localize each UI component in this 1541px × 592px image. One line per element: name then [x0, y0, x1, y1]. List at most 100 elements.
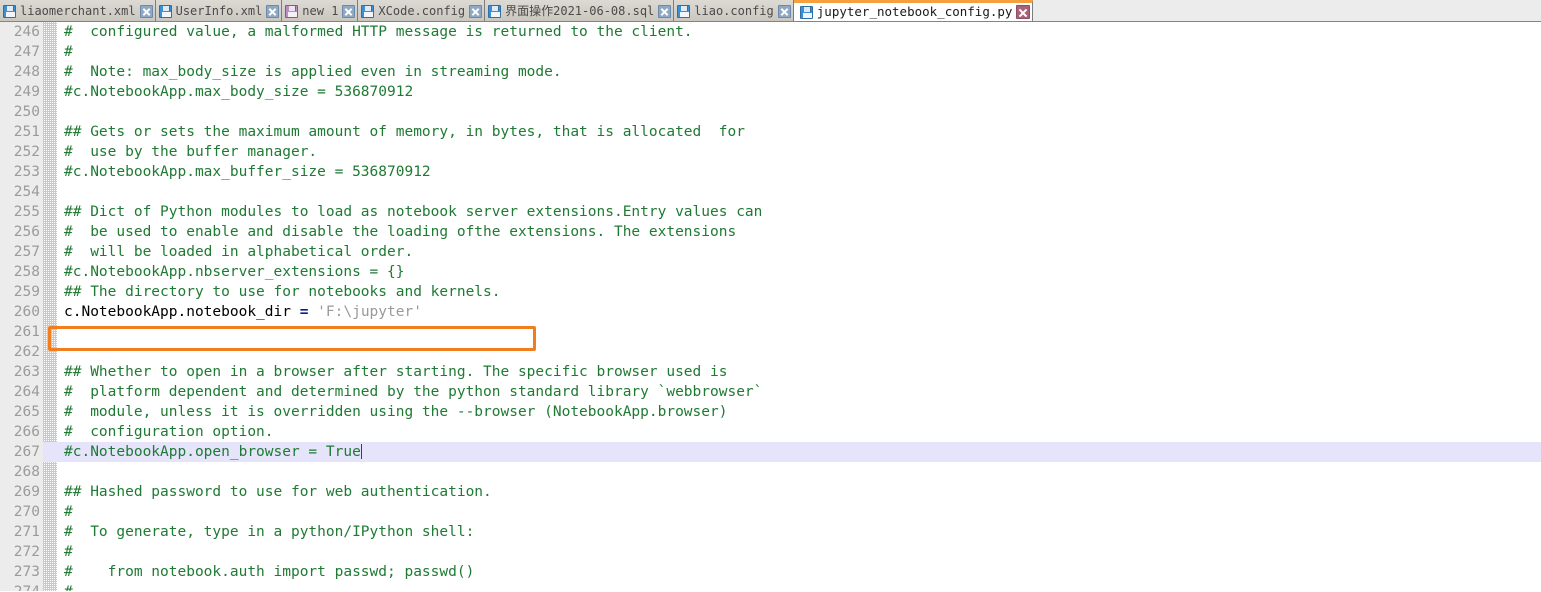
code-line[interactable]: 262	[0, 342, 1541, 362]
code-line[interactable]: 247 #	[0, 42, 1541, 62]
code-line-text[interactable]	[57, 462, 1541, 482]
code-line[interactable]: 261	[0, 322, 1541, 342]
code-line-text[interactable]: ## Whether to open in a browser after st…	[57, 362, 1541, 382]
editor-tab-0[interactable]: liaomerchant.xml	[0, 0, 156, 21]
editor-tab-4[interactable]: 界面操作2021-06-08.sql	[485, 0, 675, 21]
fold-margin[interactable]	[43, 242, 57, 262]
code-line[interactable]: 270 #	[0, 502, 1541, 522]
fold-margin[interactable]	[43, 182, 57, 202]
fold-margin[interactable]	[43, 582, 57, 591]
code-line[interactable]: 257 # will be loaded in alphabetical orde…	[0, 242, 1541, 262]
code-line[interactable]: 271 # To generate, type in a python/IPyth…	[0, 522, 1541, 542]
fold-margin[interactable]	[43, 322, 57, 342]
code-line-text[interactable]: # platform dependent and determined by t…	[57, 382, 1541, 402]
code-line-text[interactable]: # be used to enable and disable the load…	[57, 222, 1541, 242]
code-line[interactable]: 264 # platform dependent and determined b…	[0, 382, 1541, 402]
code-line-text[interactable]	[57, 182, 1541, 202]
code-line-text[interactable]: #c.NotebookApp.nbserver_extensions = {}	[57, 262, 1541, 282]
editor-tab-5[interactable]: liao.config	[674, 0, 794, 21]
code-line-text[interactable]	[57, 342, 1541, 362]
fold-margin[interactable]	[43, 362, 57, 382]
code-line[interactable]: 267 #c.NotebookApp.open_browser = True	[0, 442, 1541, 462]
code-editor[interactable]: 246 # configured value, a malformed HTTP …	[0, 22, 1541, 591]
fold-margin[interactable]	[43, 82, 57, 102]
fold-margin[interactable]	[43, 402, 57, 422]
fold-margin[interactable]	[43, 42, 57, 62]
code-line[interactable]: 255 ## Dict of Python modules to load as …	[0, 202, 1541, 222]
code-line[interactable]: 272 #	[0, 542, 1541, 562]
code-line-text[interactable]: #c.NotebookApp.open_browser = True	[57, 442, 1541, 462]
fold-margin[interactable]	[43, 382, 57, 402]
fold-margin[interactable]	[43, 302, 57, 322]
editor-tab-1[interactable]: UserInfo.xml	[155, 0, 283, 21]
fold-margin[interactable]	[43, 282, 57, 302]
fold-margin[interactable]	[43, 222, 57, 242]
code-line[interactable]: 274 #	[0, 582, 1541, 591]
code-line-text[interactable]: # from notebook.auth import passwd; pass…	[57, 562, 1541, 582]
code-line[interactable]: 258 #c.NotebookApp.nbserver_extensions = …	[0, 262, 1541, 282]
close-icon[interactable]	[658, 4, 672, 18]
fold-margin[interactable]	[43, 502, 57, 522]
editor-tab-active[interactable]: jupyter_notebook_config.py	[793, 0, 1034, 21]
fold-margin[interactable]	[43, 102, 57, 122]
code-line-text[interactable]: #	[57, 542, 1541, 562]
code-line[interactable]: 249 #c.NotebookApp.max_body_size = 536870…	[0, 82, 1541, 102]
editor-tab-2[interactable]: new 1	[282, 0, 359, 21]
code-line-text[interactable]: #	[57, 42, 1541, 62]
code-line-text[interactable]: # configured value, a malformed HTTP mes…	[57, 22, 1541, 42]
fold-margin[interactable]	[43, 442, 57, 462]
code-line-text[interactable]: # use by the buffer manager.	[57, 142, 1541, 162]
close-icon[interactable]	[139, 4, 153, 18]
code-line[interactable]: 265 # module, unless it is overridden usi…	[0, 402, 1541, 422]
code-line[interactable]: 253 #c.NotebookApp.max_buffer_size = 5368…	[0, 162, 1541, 182]
code-line[interactable]: 268	[0, 462, 1541, 482]
code-line-text[interactable]: #	[57, 582, 1541, 591]
code-line[interactable]: 260 c.NotebookApp.notebook_dir = 'F:\jupy…	[0, 302, 1541, 322]
code-line-text[interactable]: # To generate, type in a python/IPython …	[57, 522, 1541, 542]
code-line[interactable]: 266 # configuration option.	[0, 422, 1541, 442]
fold-margin[interactable]	[43, 422, 57, 442]
fold-margin[interactable]	[43, 542, 57, 562]
code-lines[interactable]: 246 # configured value, a malformed HTTP …	[0, 22, 1541, 591]
code-line-text[interactable]: ## Dict of Python modules to load as not…	[57, 202, 1541, 222]
code-line-text[interactable]: # module, unless it is overridden using …	[57, 402, 1541, 422]
close-icon[interactable]	[1016, 5, 1031, 19]
code-line[interactable]: 263 ## Whether to open in a browser after…	[0, 362, 1541, 382]
code-line-text[interactable]: #c.NotebookApp.max_body_size = 536870912	[57, 82, 1541, 102]
code-line[interactable]: 273 # from notebook.auth import passwd; p…	[0, 562, 1541, 582]
code-line-text[interactable]: # Note: max_body_size is applied even in…	[57, 62, 1541, 82]
code-line-text[interactable]: ## Hashed password to use for web authen…	[57, 482, 1541, 502]
close-icon[interactable]	[469, 4, 483, 18]
code-line[interactable]: 269 ## Hashed password to use for web aut…	[0, 482, 1541, 502]
code-line-text[interactable]: # will be loaded in alphabetical order.	[57, 242, 1541, 262]
fold-margin[interactable]	[43, 482, 57, 502]
code-line-text[interactable]	[57, 102, 1541, 122]
fold-margin[interactable]	[43, 22, 57, 42]
code-line[interactable]: 251 ## Gets or sets the maximum amount of…	[0, 122, 1541, 142]
fold-margin[interactable]	[43, 562, 57, 582]
close-icon[interactable]	[266, 4, 280, 18]
code-line-text[interactable]: #c.NotebookApp.max_buffer_size = 5368709…	[57, 162, 1541, 182]
fold-margin[interactable]	[43, 142, 57, 162]
fold-margin[interactable]	[43, 262, 57, 282]
code-line[interactable]: 246 # configured value, a malformed HTTP …	[0, 22, 1541, 42]
code-line-text[interactable]: ## Gets or sets the maximum amount of me…	[57, 122, 1541, 142]
code-line-text[interactable]: #	[57, 502, 1541, 522]
code-line-text[interactable]: ## The directory to use for notebooks an…	[57, 282, 1541, 302]
fold-margin[interactable]	[43, 162, 57, 182]
code-line[interactable]: 250	[0, 102, 1541, 122]
close-icon[interactable]	[777, 4, 791, 18]
fold-margin[interactable]	[43, 342, 57, 362]
editor-tab-3[interactable]: XCode.config	[358, 0, 486, 21]
fold-margin[interactable]	[43, 522, 57, 542]
fold-margin[interactable]	[43, 202, 57, 222]
fold-margin[interactable]	[43, 122, 57, 142]
code-line[interactable]: 259 ## The directory to use for notebooks…	[0, 282, 1541, 302]
code-line-text[interactable]: c.NotebookApp.notebook_dir = 'F:\jupyter…	[57, 302, 1541, 322]
code-line[interactable]: 252 # use by the buffer manager.	[0, 142, 1541, 162]
code-line-text[interactable]	[57, 322, 1541, 342]
code-line[interactable]: 254	[0, 182, 1541, 202]
fold-margin[interactable]	[43, 62, 57, 82]
code-line[interactable]: 248 # Note: max_body_size is applied even…	[0, 62, 1541, 82]
close-icon[interactable]	[342, 4, 356, 18]
